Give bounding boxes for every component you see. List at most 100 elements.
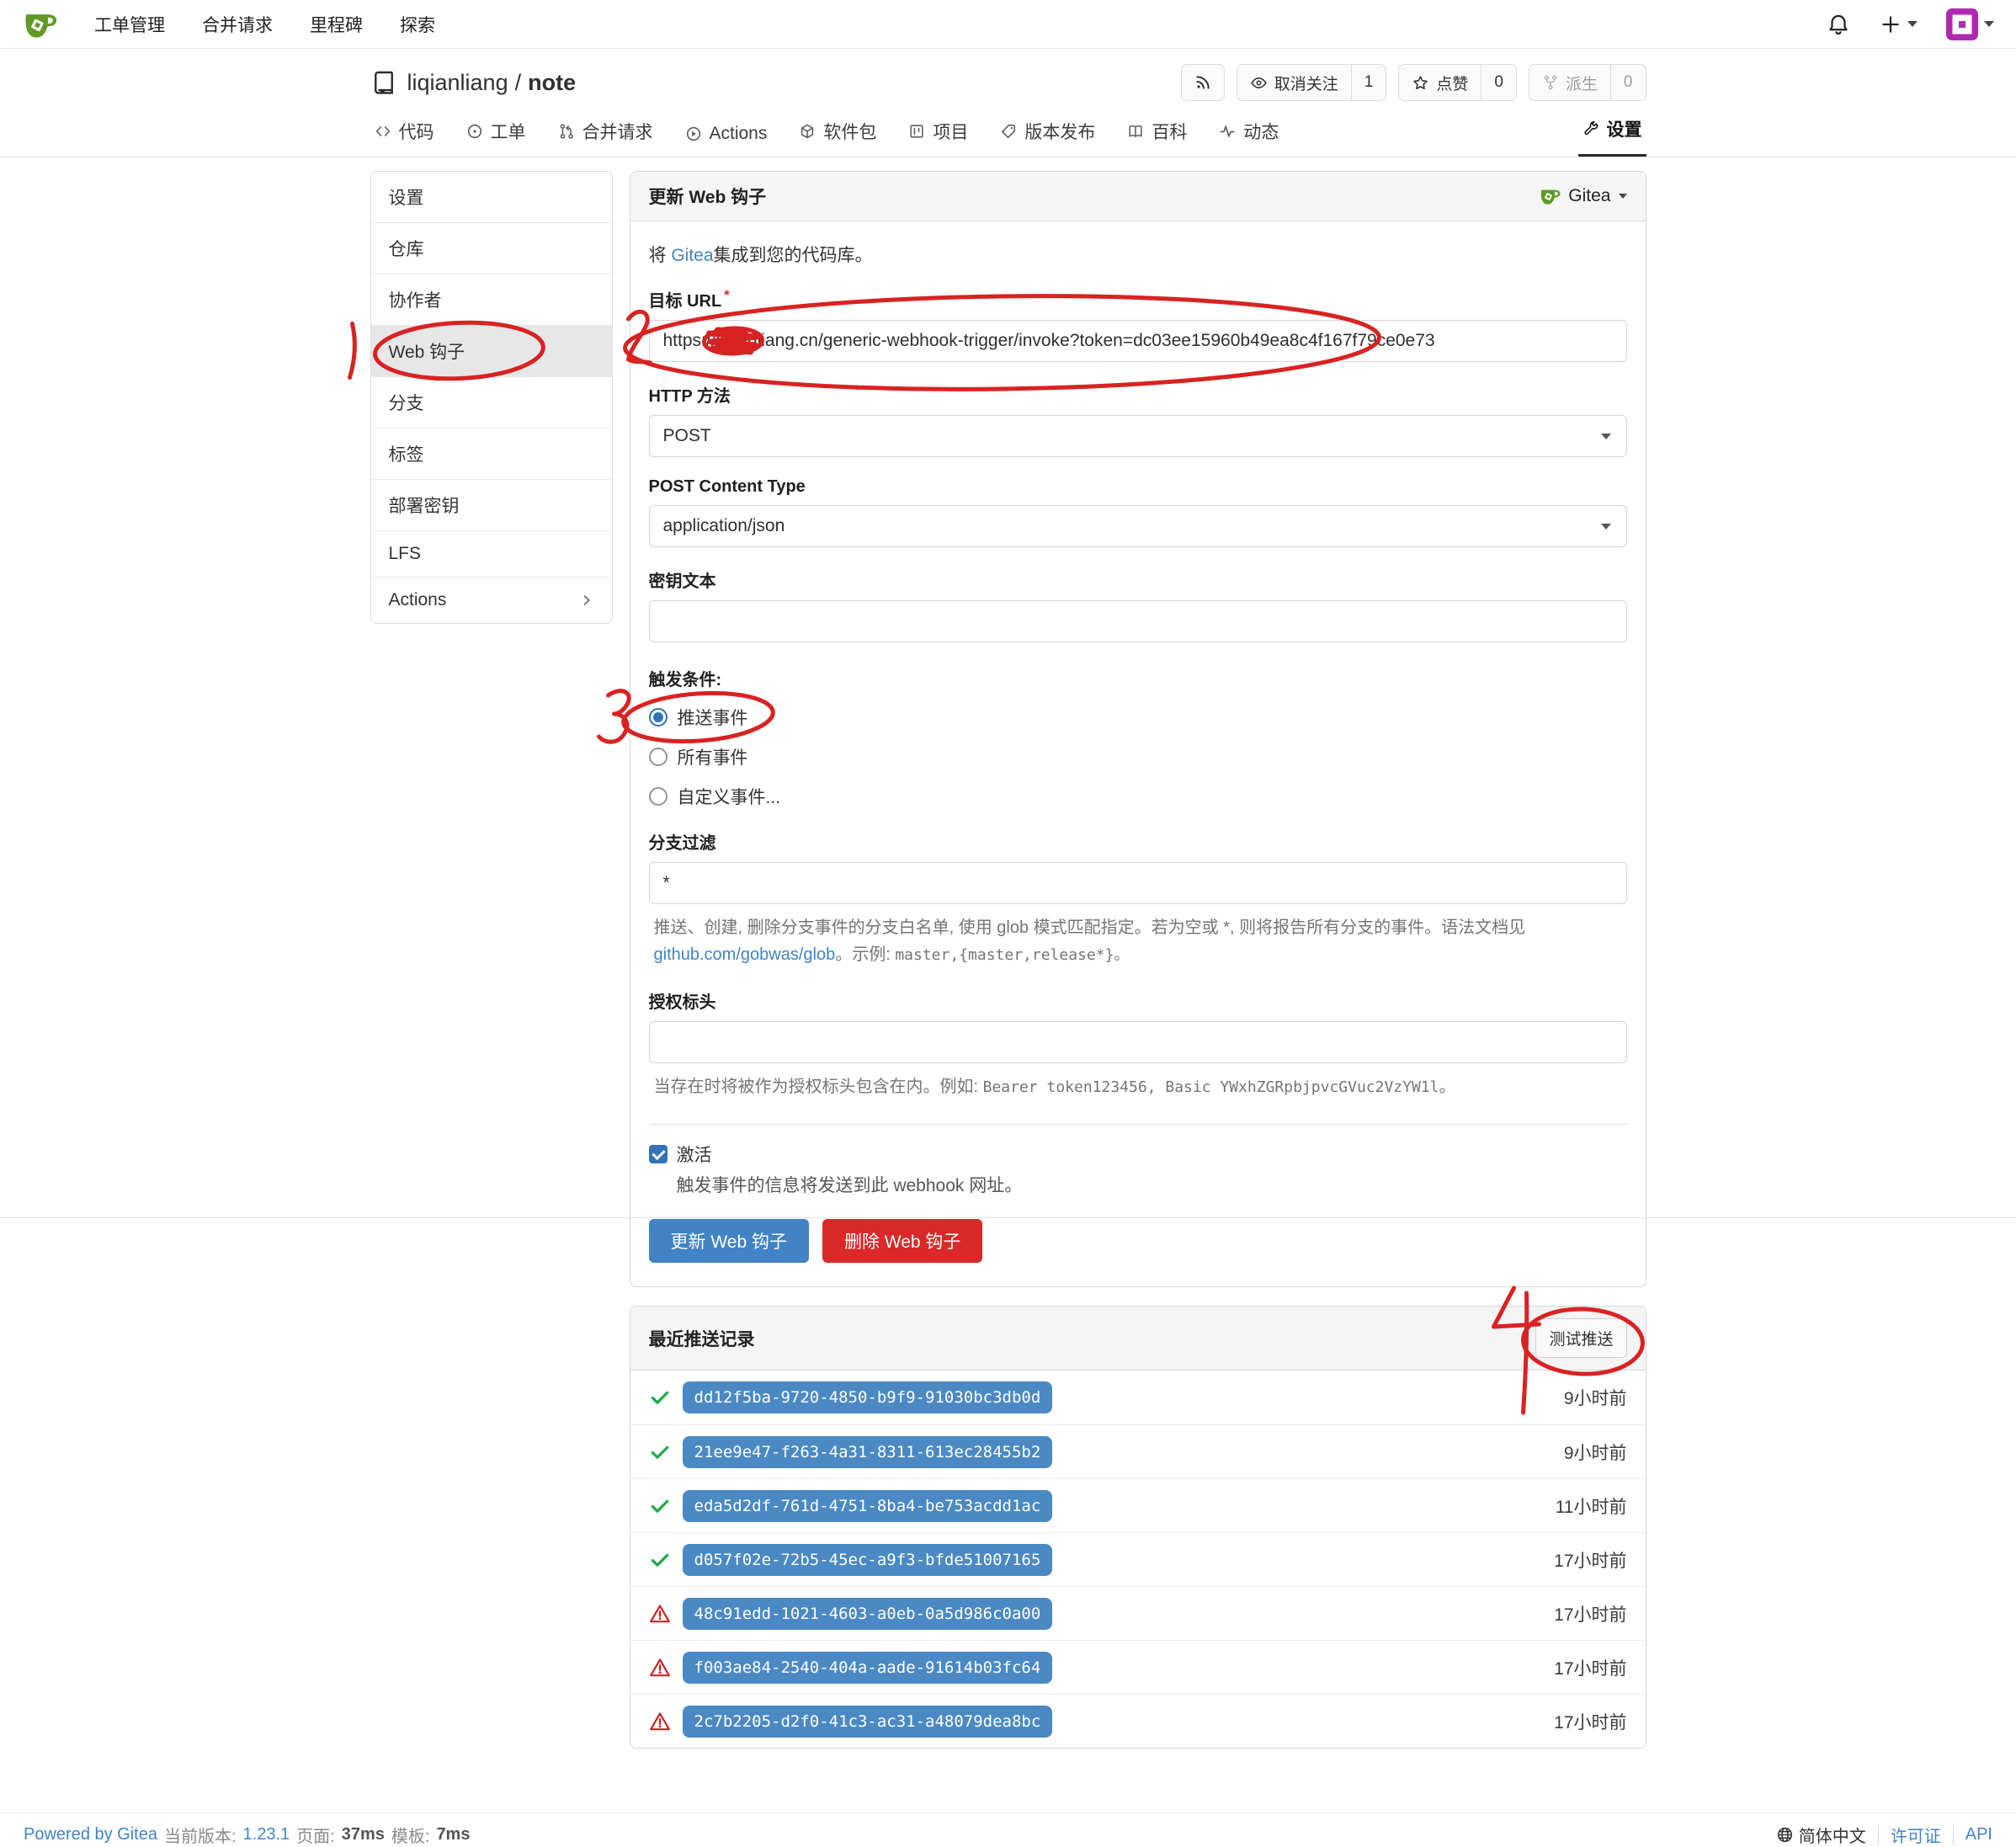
tab-settings[interactable]: 设置	[1578, 108, 1646, 157]
delivery-uuid-badge[interactable]: 21ee9e47-f263-4a31-8311-613ec28455b2	[683, 1436, 1053, 1468]
test-delivery-button[interactable]: 测试推送	[1535, 1318, 1626, 1358]
secret-input[interactable]	[649, 600, 1627, 642]
footer: Powered by Gitea 当前版本: 1.23.1 页面: 37ms 模…	[0, 1812, 2016, 1847]
radio-custom-row[interactable]: 自定义事件...	[649, 784, 781, 809]
delivery-time: 17小时前	[1554, 1655, 1626, 1680]
chevron-down-icon	[1984, 21, 1994, 27]
tab-projects[interactable]: 项目	[904, 110, 972, 157]
delivery-uuid-badge[interactable]: dd12f5ba-9720-4850-b9f9-91030bc3db0d	[683, 1381, 1053, 1413]
fork-count: 0	[1610, 65, 1646, 100]
sidebar-item-actions[interactable]: Actions	[371, 577, 612, 623]
tab-actions[interactable]: Actions	[681, 115, 772, 157]
api-link[interactable]: API	[1965, 1825, 1992, 1844]
nav-item-issues[interactable]: 工单管理	[94, 12, 165, 37]
gitea-logo-icon[interactable]	[22, 7, 57, 42]
delivery-row: 2c7b2205-d2f0-41c3-ac31-a48079dea8bc 17小…	[630, 1694, 1646, 1748]
delivery-time: 9小时前	[1564, 1385, 1627, 1410]
sidebar-item-webhooks[interactable]: Web 钩子	[371, 325, 612, 376]
tab-wiki[interactable]: 百科	[1123, 110, 1191, 157]
avatar[interactable]	[1946, 8, 1978, 40]
watch-count[interactable]: 1	[1351, 65, 1386, 100]
auth-header-input[interactable]	[649, 1021, 1627, 1063]
success-check-icon	[649, 1495, 671, 1517]
delivery-uuid-badge[interactable]: 2c7b2205-d2f0-41c3-ac31-a48079dea8bc	[683, 1706, 1053, 1738]
notifications-bell-icon[interactable]	[1826, 12, 1851, 37]
active-checkbox[interactable]	[649, 1145, 668, 1163]
project-board-icon	[908, 123, 925, 140]
page-time: 37ms	[342, 1825, 385, 1844]
book-open-icon	[1127, 123, 1144, 140]
unwatch-button[interactable]: 取消关注	[1237, 65, 1351, 100]
delivery-uuid-badge[interactable]: d057f02e-72b5-45ec-a9f3-bfde51007165	[683, 1544, 1053, 1576]
user-menu[interactable]	[1946, 8, 1994, 40]
language-selector[interactable]: 简体中文	[1776, 1823, 1866, 1847]
delivery-time: 9小时前	[1564, 1440, 1627, 1465]
sidebar-item-deploy-keys[interactable]: 部署密钥	[371, 479, 612, 530]
delivery-time: 17小时前	[1554, 1709, 1626, 1734]
tab-activity[interactable]: 动态	[1215, 110, 1283, 157]
star-button[interactable]: 点赞	[1399, 65, 1481, 100]
active-label: 激活	[677, 1142, 712, 1167]
delivery-uuid-badge[interactable]: 48c91edd-1021-4603-a0eb-0a5d986c0a00	[683, 1598, 1053, 1630]
delivery-uuid-badge[interactable]: eda5d2df-761d-4751-8ba4-be753acdd1ac	[683, 1490, 1053, 1522]
delete-webhook-button[interactable]: 删除 Web 钩子	[822, 1219, 982, 1263]
repo-book-icon	[370, 69, 397, 96]
sidebar-item-repository[interactable]: 仓库	[371, 222, 612, 274]
branch-filter-label: 分支过滤	[649, 829, 1627, 854]
radio-custom-events[interactable]	[649, 787, 668, 806]
branch-filter-input[interactable]: *	[649, 862, 1627, 904]
http-method-select[interactable]: POST	[649, 415, 1627, 457]
sidebar-item-collaborators[interactable]: 协作者	[371, 274, 612, 325]
radio-push-events[interactable]	[649, 708, 668, 727]
version-link[interactable]: 1.23.1	[243, 1825, 290, 1844]
license-link[interactable]: 许可证	[1891, 1823, 1941, 1847]
radio-all-events[interactable]	[649, 748, 668, 766]
radio-push-row[interactable]: 推送事件	[649, 705, 748, 730]
watch-button-group: 取消关注 1	[1237, 64, 1387, 101]
powered-by-link[interactable]: Powered by Gitea	[24, 1825, 157, 1844]
target-url-input[interactable]: https://liqianliang.cn/generic-webhook-t…	[649, 320, 1627, 362]
nav-item-explore[interactable]: 探索	[400, 12, 435, 37]
package-icon	[799, 123, 816, 140]
repo-tabs: 代码 工单 合并请求 Actions 软件包	[370, 108, 1646, 157]
tag-icon	[1000, 123, 1017, 140]
nav-item-pulls[interactable]: 合并请求	[202, 12, 273, 37]
issue-icon	[466, 123, 483, 140]
delivery-row: eda5d2df-761d-4751-8ba4-be753acdd1ac 11小…	[630, 1478, 1646, 1532]
version-label: 当前版本:	[164, 1823, 237, 1847]
star-icon	[1412, 74, 1429, 92]
content-type-select[interactable]: application/json	[649, 505, 1627, 547]
delivery-row: 48c91edd-1021-4603-a0eb-0a5d986c0a00 17小…	[630, 1586, 1646, 1640]
tab-pulls[interactable]: 合并请求	[554, 110, 657, 157]
auth-header-label: 授权标头	[649, 988, 1627, 1013]
create-new-button[interactable]	[1880, 13, 1918, 35]
star-count[interactable]: 0	[1481, 65, 1516, 100]
sidebar-item-lfs[interactable]: LFS	[371, 530, 612, 577]
tab-code[interactable]: 代码	[370, 110, 439, 157]
fork-button-group: 派生 0	[1529, 64, 1646, 101]
template-time-label: 模板:	[391, 1823, 430, 1847]
eye-icon	[1250, 74, 1268, 92]
hook-type-dropdown[interactable]: Gitea	[1539, 185, 1626, 207]
star-button-group: 点赞 0	[1398, 64, 1517, 101]
repo-name-link[interactable]: note	[528, 70, 576, 95]
chevron-down-icon	[1601, 524, 1611, 530]
active-checkbox-row[interactable]: 激活	[649, 1142, 1627, 1167]
nav-item-milestones[interactable]: 里程碑	[310, 12, 363, 37]
tab-packages[interactable]: 软件包	[795, 110, 880, 157]
wrench-icon	[1582, 120, 1599, 137]
repo-owner-link[interactable]: liqianliang	[407, 70, 508, 95]
radio-all-row[interactable]: 所有事件	[649, 744, 748, 769]
glob-docs-link[interactable]: github.com/gobwas/glob	[654, 945, 836, 964]
tab-issues[interactable]: 工单	[462, 110, 530, 157]
rss-button[interactable]	[1181, 64, 1225, 101]
sidebar-item-branches[interactable]: 分支	[371, 376, 612, 428]
chevron-down-icon	[1601, 434, 1611, 439]
sidebar-item-settings[interactable]: 设置	[371, 172, 612, 222]
delivery-uuid-badge[interactable]: f003ae84-2540-404a-aade-91614b03fc64	[683, 1652, 1053, 1684]
gitea-link[interactable]: Gitea	[671, 246, 713, 265]
sidebar-item-tags[interactable]: 标签	[371, 428, 612, 479]
tab-releases[interactable]: 版本发布	[996, 110, 1099, 157]
update-webhook-button[interactable]: 更新 Web 钩子	[649, 1219, 809, 1263]
fork-icon	[1542, 74, 1559, 91]
